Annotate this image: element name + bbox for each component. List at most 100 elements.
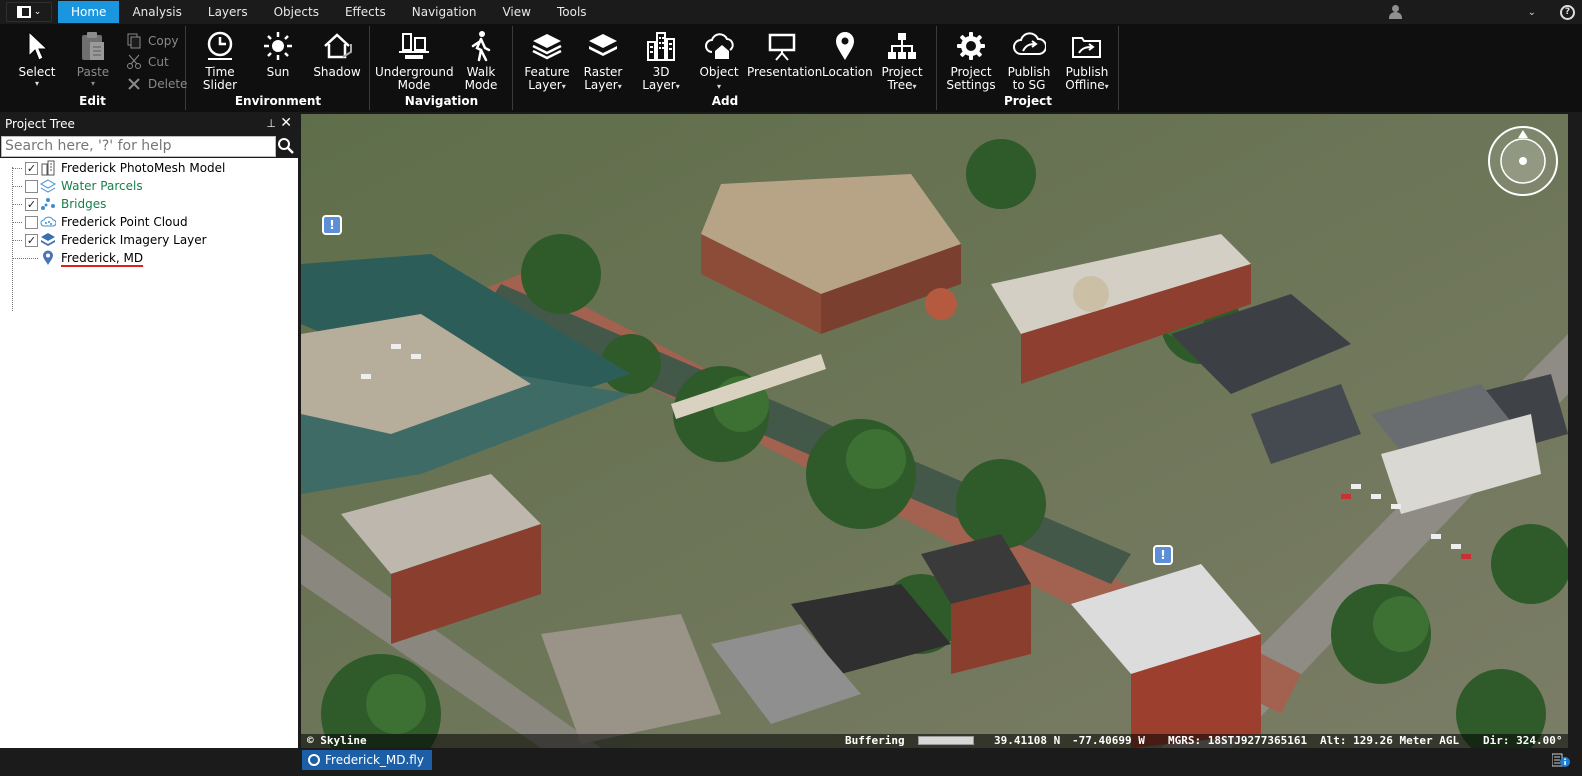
cut-button[interactable]: Cut xyxy=(126,52,169,72)
info-panel-icon[interactable] xyxy=(1552,753,1570,767)
sun-button[interactable]: Sun xyxy=(255,28,301,79)
underground-icon xyxy=(396,28,432,64)
imagery-layer-icon xyxy=(40,232,56,248)
tab-effects[interactable]: Effects xyxy=(332,1,399,23)
copy-icon xyxy=(127,33,141,49)
raster-layer-stack-icon xyxy=(585,28,621,64)
tab-layers[interactable]: Layers xyxy=(195,1,261,23)
tree-item-checkbox[interactable]: ✓ xyxy=(25,233,38,247)
altitude-readout: Alt: 129.26 Meter AGL xyxy=(1320,734,1460,747)
clipboard-icon xyxy=(75,28,111,64)
project-tree-title: Project Tree xyxy=(5,117,75,131)
underground-mode-button[interactable]: Underground Mode xyxy=(375,28,454,92)
delete-x-icon xyxy=(128,78,140,90)
publish-offline-button[interactable]: Publish Offline▾ xyxy=(1060,28,1114,93)
point-cloud-icon xyxy=(40,214,56,230)
sun-icon xyxy=(260,28,296,64)
longitude-readout: -77.40699 W xyxy=(1072,734,1145,747)
close-icon[interactable]: ✕ xyxy=(280,115,292,131)
tree-item-photomesh[interactable]: ✓ Frederick PhotoMesh Model xyxy=(0,159,298,177)
publish-to-sg-button[interactable]: Publish to SG xyxy=(1004,28,1054,92)
project-tree-panel: Project Tree ⊥ ✕ ✓ Frederick PhotoMesh M… xyxy=(0,114,298,776)
ribbon-group-environment: Time Slider Sun Shadow Environment xyxy=(187,26,370,110)
house-shadow-icon xyxy=(319,28,355,64)
tree-item-checkbox[interactable]: ✓ xyxy=(25,161,38,175)
viewport-status-strip: © Skyline Buffering 39.41108 N -77.40699… xyxy=(301,734,1568,748)
tree-item-bridges[interactable]: ✓ Bridges xyxy=(0,195,298,213)
clock-icon xyxy=(202,28,238,64)
tab-home[interactable]: Home xyxy=(58,1,120,23)
tree-item-checkbox[interactable] xyxy=(25,215,38,229)
feature-layer-stack-icon xyxy=(529,28,565,64)
tab-view[interactable]: View xyxy=(489,1,543,23)
hierarchy-tree-icon xyxy=(884,28,920,64)
tree-item-checkbox[interactable] xyxy=(25,179,38,193)
tree-item-label: Frederick Point Cloud xyxy=(61,215,188,229)
pin-icon[interactable]: ⊥ xyxy=(266,117,276,130)
document-tab[interactable]: Frederick_MD.fly xyxy=(302,750,432,770)
user-icon[interactable] xyxy=(1388,5,1402,19)
direction-readout: Dir: 324.00° xyxy=(1483,734,1563,747)
3d-viewport[interactable]: ! ! xyxy=(301,114,1568,748)
buffering-progress-bar xyxy=(918,736,974,745)
tree-item-label: Frederick Imagery Layer xyxy=(61,233,207,247)
tab-objects[interactable]: Objects xyxy=(261,1,332,23)
chevron-down-icon: ⌄ xyxy=(33,7,42,17)
tree-search-row xyxy=(0,134,298,158)
project-settings-button[interactable]: Project Settings xyxy=(946,28,996,92)
poi-marker[interactable]: ! xyxy=(322,215,342,235)
feature-layer-button[interactable]: Feature Layer▾ xyxy=(524,28,570,93)
copy-button[interactable]: Copy xyxy=(126,31,178,51)
latitude-readout: 39.41108 N xyxy=(994,734,1061,747)
3d-layer-button[interactable]: 3D Layer▾ xyxy=(638,28,684,93)
group-label-add: Add xyxy=(711,94,739,108)
menu-bar-right: ⌄ ? xyxy=(1388,0,1582,24)
ribbon-options-chevron[interactable]: ⌄ xyxy=(1528,7,1536,18)
project-tree-header: Project Tree ⊥ ✕ xyxy=(0,114,298,134)
tree-item-label: Water Parcels xyxy=(61,179,143,193)
navigation-compass-icon[interactable] xyxy=(1486,124,1560,198)
ribbon-group-add: Feature Layer▾ Raster Layer▾ 3D Layer▾ O… xyxy=(514,26,937,110)
ribbon-group-project: Project Settings Publish to SG Publish O… xyxy=(938,26,1119,110)
tree-list: ✓ Frederick PhotoMesh Model Water Parcel… xyxy=(0,158,298,311)
raster-layer-button[interactable]: Raster Layer▾ xyxy=(580,28,626,93)
location-icon xyxy=(40,250,56,266)
poi-marker[interactable]: ! xyxy=(1153,545,1173,565)
group-label-environment: Environment xyxy=(234,94,322,108)
map-pin-icon xyxy=(827,28,863,64)
aerial-city-scene xyxy=(301,114,1568,748)
buildings-icon xyxy=(643,28,679,64)
presentation-button[interactable]: Presentation xyxy=(747,28,822,79)
tree-item-label: Frederick PhotoMesh Model xyxy=(61,161,226,175)
group-label-edit: Edit xyxy=(79,94,106,108)
select-button[interactable]: Select ▾ xyxy=(14,28,60,88)
project-tree-button[interactable]: Project Tree▾ xyxy=(878,28,926,93)
tree-item-checkbox[interactable]: ✓ xyxy=(25,197,38,211)
search-icon[interactable] xyxy=(276,136,296,156)
delete-button[interactable]: Delete xyxy=(126,74,187,94)
location-button[interactable]: Location xyxy=(822,28,873,79)
tree-item-water-parcels[interactable]: Water Parcels xyxy=(0,177,298,195)
tab-tools[interactable]: Tools xyxy=(544,1,600,23)
tab-analysis[interactable]: Analysis xyxy=(119,1,194,23)
group-label-navigation: Navigation xyxy=(404,94,479,108)
tree-search-input[interactable] xyxy=(1,135,276,157)
walking-person-icon xyxy=(463,28,499,64)
help-icon[interactable]: ? xyxy=(1560,4,1575,20)
paste-button[interactable]: Paste ▾ xyxy=(70,28,116,88)
tab-navigation[interactable]: Navigation xyxy=(399,1,490,23)
app-menu-button[interactable]: ⌄ xyxy=(6,2,52,22)
shadow-button[interactable]: Shadow xyxy=(311,28,363,79)
tree-item-point-cloud[interactable]: Frederick Point Cloud xyxy=(0,213,298,231)
gear-icon xyxy=(953,28,989,64)
skyline-globe-icon xyxy=(308,754,320,766)
ribbon: Select ▾ Paste ▾ Copy Cut Delete Edit Ti… xyxy=(0,24,1582,112)
app-menu-icon xyxy=(16,6,31,18)
point-layer-icon xyxy=(40,196,56,212)
tree-item-imagery-layer[interactable]: ✓ Frederick Imagery Layer xyxy=(0,231,298,249)
object-button[interactable]: Object ▾ xyxy=(696,28,742,93)
walk-mode-button[interactable]: Walk Mode xyxy=(457,28,505,92)
time-slider-button[interactable]: Time Slider xyxy=(197,28,243,92)
tree-item-location-frederick[interactable]: Frederick, MD xyxy=(0,249,298,267)
photomesh-icon xyxy=(40,160,56,176)
